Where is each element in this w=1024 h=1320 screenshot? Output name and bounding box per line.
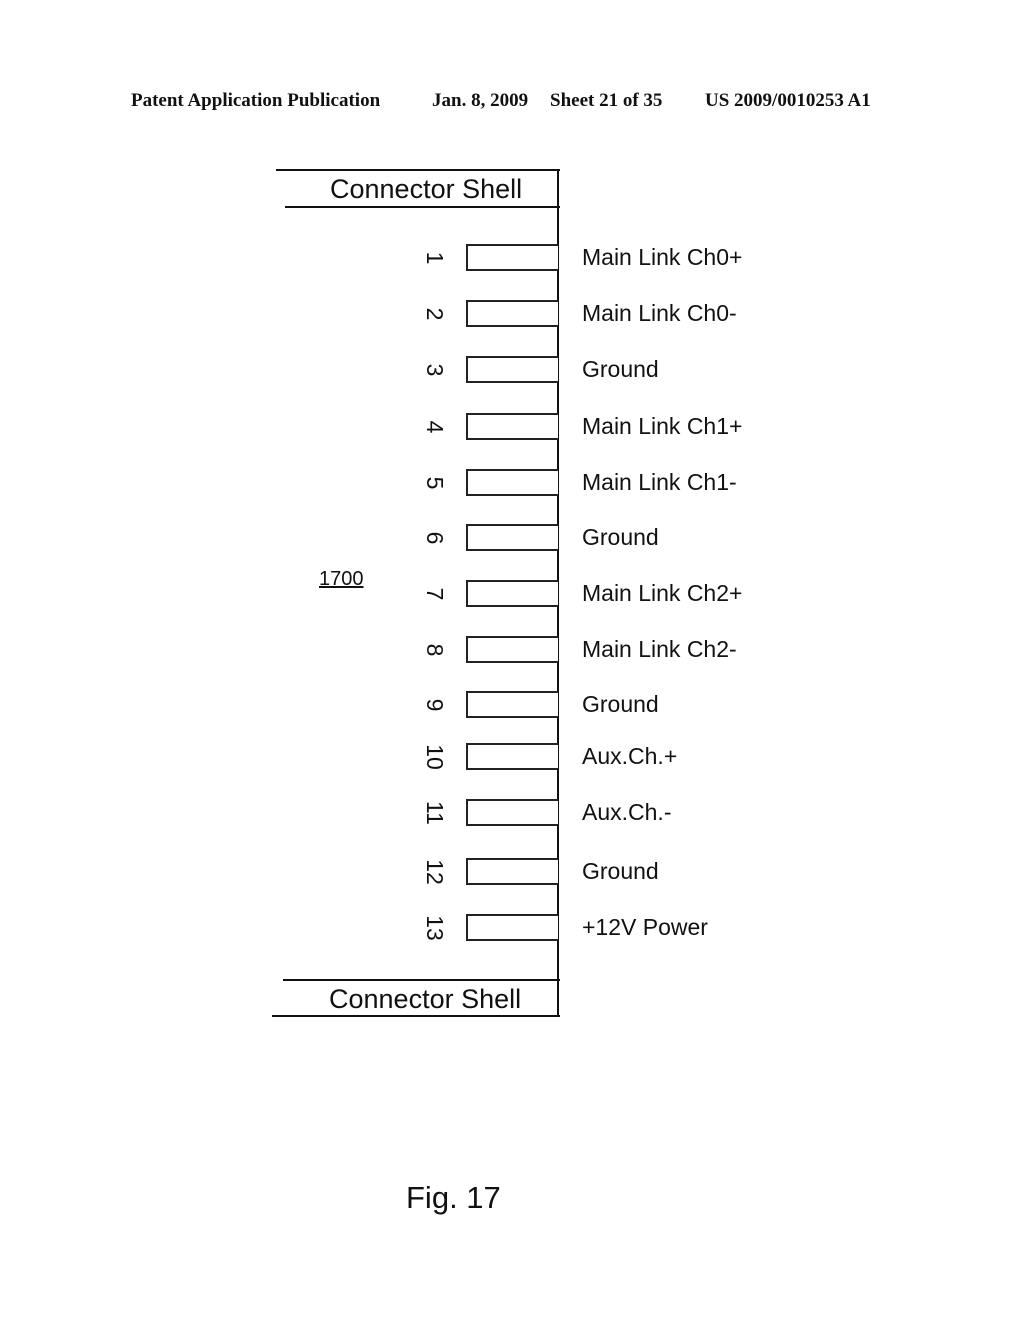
pin-signal-label: Aux.Ch.+: [582, 743, 678, 769]
pin-number: 5: [422, 476, 449, 490]
bottom-shell-bottom-line: [272, 1015, 560, 1017]
pin-contact: [466, 469, 558, 496]
pin-number: 12: [422, 859, 449, 885]
pin-contact: [466, 914, 558, 941]
pin-number: 6: [422, 531, 449, 545]
top-shell-top-line: [276, 169, 560, 171]
pin-contact: [466, 300, 558, 327]
pin-number: 7: [422, 587, 449, 601]
pin-contact: [466, 244, 558, 271]
pin-contact: [466, 691, 558, 718]
pin-number: 2: [422, 307, 449, 321]
pin-contact: [466, 524, 558, 551]
pin-signal-label: Aux.Ch.-: [582, 799, 672, 825]
pin-contact: [466, 743, 558, 770]
pin-number: 10: [422, 744, 449, 770]
pin-signal-label: Main Link Ch2-: [582, 636, 737, 662]
pin-contact: [466, 356, 558, 383]
pin-signal-label: Ground: [582, 691, 659, 717]
pin-signal-label: Main Link Ch0+: [582, 244, 743, 270]
pin-signal-label: Main Link Ch1+: [582, 413, 743, 439]
pin-signal-label: Ground: [582, 524, 659, 550]
top-shell-bottom-line: [285, 206, 560, 208]
pin-number: 8: [422, 643, 449, 657]
pin-contact: [466, 799, 558, 826]
figure-caption: Fig. 17: [406, 1180, 501, 1215]
reference-numeral: 1700: [319, 568, 364, 590]
sheet-number: Sheet 21 of 35: [550, 90, 663, 111]
pin-signal-label: Main Link Ch0-: [582, 300, 737, 326]
bottom-shell-top-line: [283, 979, 560, 981]
publication-date: Jan. 8, 2009: [432, 90, 529, 111]
pin-number: 4: [422, 420, 449, 434]
pin-number: 3: [422, 363, 449, 377]
publication-type: Patent Application Publication: [131, 90, 381, 111]
pin-signal-label: +12V Power: [582, 914, 708, 940]
top-connector-shell-label: Connector Shell: [330, 174, 523, 204]
pin-signal-label: Main Link Ch2+: [582, 580, 743, 606]
pin-contact: [466, 636, 558, 663]
pin-signal-label: Ground: [582, 356, 659, 382]
pin-contact: [466, 413, 558, 440]
pin-contact: [466, 580, 558, 607]
patent-number: US 2009/0010253 A1: [705, 90, 871, 111]
pin-number: 11: [422, 801, 449, 825]
pin-contact: [466, 858, 558, 885]
pin-signal-label: Ground: [582, 858, 659, 884]
pin-number: 13: [422, 915, 449, 941]
bottom-connector-shell-label: Connector Shell: [329, 984, 522, 1014]
pin-number: 1: [422, 251, 449, 265]
pin-number: 9: [422, 698, 449, 712]
pin-signal-label: Main Link Ch1-: [582, 469, 737, 495]
